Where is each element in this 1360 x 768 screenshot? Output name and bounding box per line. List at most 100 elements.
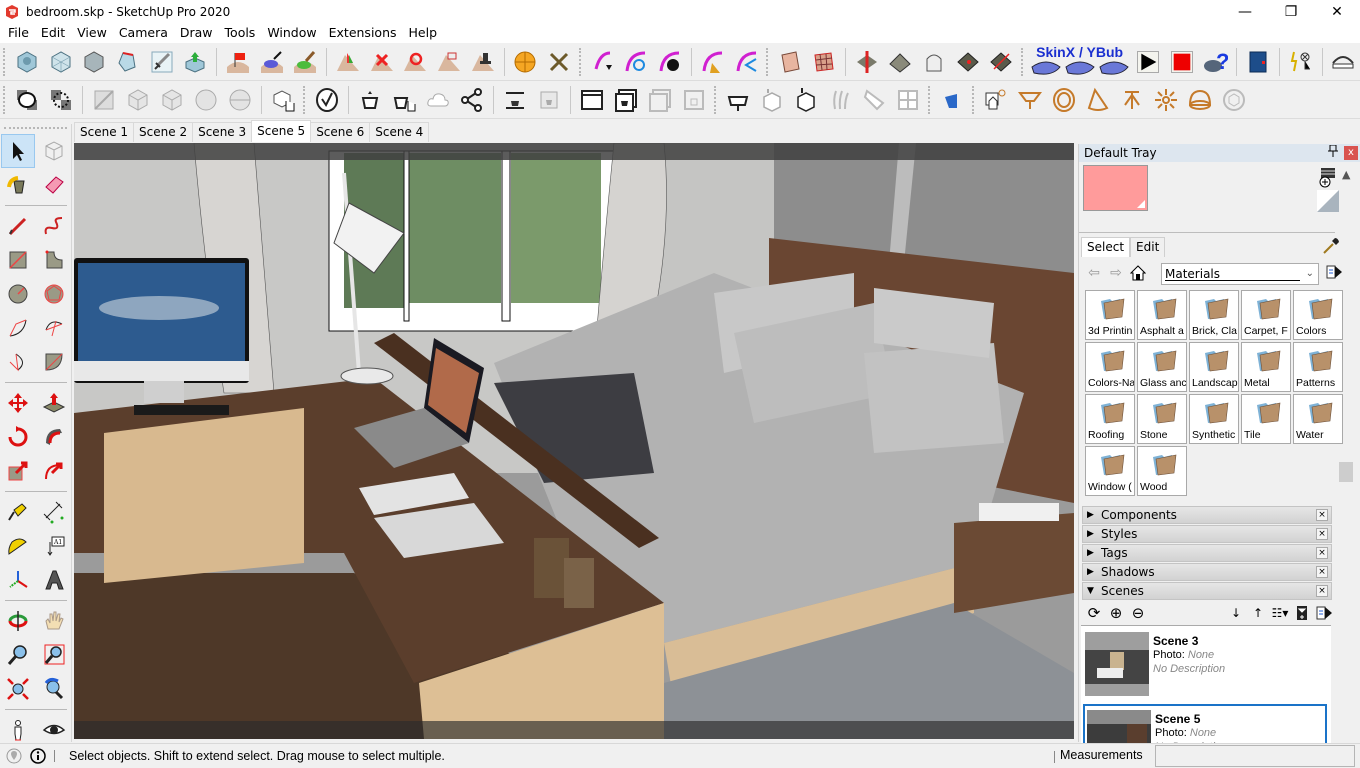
add-detail-icon[interactable] (331, 45, 365, 79)
create-material-icon[interactable] (1317, 166, 1339, 188)
line-tool[interactable] (1, 209, 35, 243)
subtract-sphere-icon[interactable] (10, 83, 44, 117)
rotate-tool[interactable] (1, 420, 35, 454)
back-arrow-icon[interactable]: ⇦ (1083, 263, 1105, 283)
material-folder[interactable]: Tile (1241, 394, 1291, 444)
menu-file[interactable]: File (2, 23, 35, 43)
zoom-extents-tool[interactable] (1, 672, 35, 706)
curviloft-icon[interactable] (586, 45, 620, 79)
sword-icon[interactable] (145, 45, 179, 79)
materials-collection-select[interactable]: Materials ⌄ (1161, 263, 1319, 285)
lock-frame-icon[interactable] (677, 83, 711, 117)
smoove-icon[interactable] (288, 45, 322, 79)
rect-light-icon[interactable] (1013, 83, 1047, 117)
rectangle-tool[interactable] (1, 243, 35, 277)
circle-tool[interactable] (1, 277, 35, 311)
scene-tab-3[interactable]: Scene 3 (192, 122, 253, 142)
bag-icon[interactable] (917, 45, 951, 79)
scale-tool[interactable] (1, 454, 35, 488)
material-folder[interactable]: Carpet, F (1241, 290, 1291, 340)
remove-scene-icon[interactable]: ⊖ (1127, 603, 1149, 623)
unfold-icon[interactable] (111, 45, 145, 79)
pie-tool[interactable] (37, 345, 71, 379)
menu-extensions[interactable]: Extensions (323, 23, 403, 43)
help-icon[interactable]: ? (1199, 45, 1233, 79)
protractor-tool[interactable] (1, 529, 35, 563)
back-edges-cube-icon[interactable] (155, 83, 189, 117)
material-folder[interactable]: Asphalt a (1137, 290, 1187, 340)
tools-wrench-icon[interactable] (542, 45, 576, 79)
move-scene-up-icon[interactable]: ↑ (1247, 603, 1269, 623)
broom-icon[interactable] (696, 45, 730, 79)
menu-help[interactable]: Help (403, 23, 444, 43)
3d-text-tool[interactable] (37, 563, 71, 597)
toolbar-grip[interactable] (928, 85, 932, 114)
arc-bend-icon[interactable] (1327, 45, 1360, 79)
material-folder[interactable]: Patterns (1293, 342, 1343, 392)
arc-tool[interactable] (1, 311, 35, 345)
spot-light-icon[interactable] (1081, 83, 1115, 117)
lightmix-icon[interactable] (609, 83, 643, 117)
restore-button[interactable]: ❐ (1268, 0, 1314, 23)
checker-sphere-icon[interactable] (189, 83, 223, 117)
grid-mesh-icon[interactable] (807, 45, 841, 79)
component-wire-icon[interactable] (44, 45, 78, 79)
push-pull-arrow-icon[interactable] (850, 45, 884, 79)
menu-tools[interactable]: Tools (219, 23, 262, 43)
material-folder[interactable]: Colors-Na (1085, 342, 1135, 392)
component-hidden-icon[interactable] (77, 45, 111, 79)
material-folder[interactable]: Landscap (1189, 342, 1239, 392)
panel-tags[interactable]: ▶ Tags × (1082, 544, 1332, 562)
panel-styles[interactable]: ▶ Styles × (1082, 525, 1332, 543)
rotate-terrain-icon[interactable] (399, 45, 433, 79)
toolbar-grip[interactable] (4, 127, 67, 131)
material-folder[interactable]: Stone (1137, 394, 1187, 444)
smoove-red-icon[interactable] (432, 45, 466, 79)
vray-material-icon[interactable] (935, 83, 969, 117)
mesh-clipper-icon[interactable] (857, 83, 891, 117)
axes-tool[interactable] (1, 563, 35, 597)
play-icon[interactable] (1131, 45, 1165, 79)
scene-tab-4[interactable]: Scene 4 (369, 122, 430, 142)
panel-close-button[interactable]: × (1316, 509, 1328, 521)
material-folder[interactable]: Brick, Cla (1189, 290, 1239, 340)
show-details-icon[interactable] (1291, 603, 1313, 623)
toolbar-grip[interactable] (303, 85, 307, 114)
ies-light-icon[interactable] (1115, 83, 1149, 117)
view-options-icon[interactable]: ☷▾ (1269, 603, 1291, 623)
bezier-rotate-icon[interactable] (620, 45, 654, 79)
toolbar-grip[interactable] (714, 85, 718, 114)
scene-tab-2[interactable]: Scene 2 (133, 122, 194, 142)
section-plane-icon[interactable] (87, 83, 121, 117)
cloud-render-icon[interactable] (421, 83, 455, 117)
polygon-tool[interactable] (37, 277, 71, 311)
curve-arrow-icon[interactable] (730, 45, 764, 79)
menu-window[interactable]: Window (261, 23, 322, 43)
close-window-button[interactable]: ✕ (1314, 0, 1360, 23)
geolocation-icon[interactable] (4, 746, 24, 766)
toolbar-grip[interactable] (1021, 47, 1025, 76)
add-scene-icon[interactable]: ⊕ (1105, 603, 1127, 623)
push-green-icon[interactable] (178, 45, 212, 79)
freehand-tool[interactable] (37, 209, 71, 243)
bomb-icon[interactable] (653, 45, 687, 79)
flip-edge-icon[interactable] (365, 45, 399, 79)
text-tool[interactable]: A1 (37, 529, 71, 563)
panel-close-button[interactable]: × (1316, 547, 1328, 559)
panel-shadows[interactable]: ▶ Shadows × (1082, 563, 1332, 581)
solar-north-icon[interactable] (509, 45, 543, 79)
update-scene-icon[interactable]: ⟳ (1083, 603, 1105, 623)
pin-icon[interactable] (1328, 144, 1338, 160)
stamp-icon[interactable] (466, 45, 500, 79)
zoom-tool[interactable] (1, 638, 35, 672)
teapot-interactive-icon[interactable] (387, 83, 421, 117)
material-preview-swatch[interactable] (1083, 165, 1148, 211)
drape-icon[interactable] (255, 45, 289, 79)
proxy-import-icon[interactable] (789, 83, 823, 117)
offset-tool[interactable] (37, 454, 71, 488)
scene-tab-5[interactable]: Scene 5 (251, 120, 312, 142)
proxy-export-icon[interactable] (755, 83, 789, 117)
frame-buffer-icon[interactable] (532, 83, 566, 117)
monochrome-sphere-icon[interactable] (223, 83, 257, 117)
tray-close-button[interactable]: x (1344, 146, 1358, 160)
